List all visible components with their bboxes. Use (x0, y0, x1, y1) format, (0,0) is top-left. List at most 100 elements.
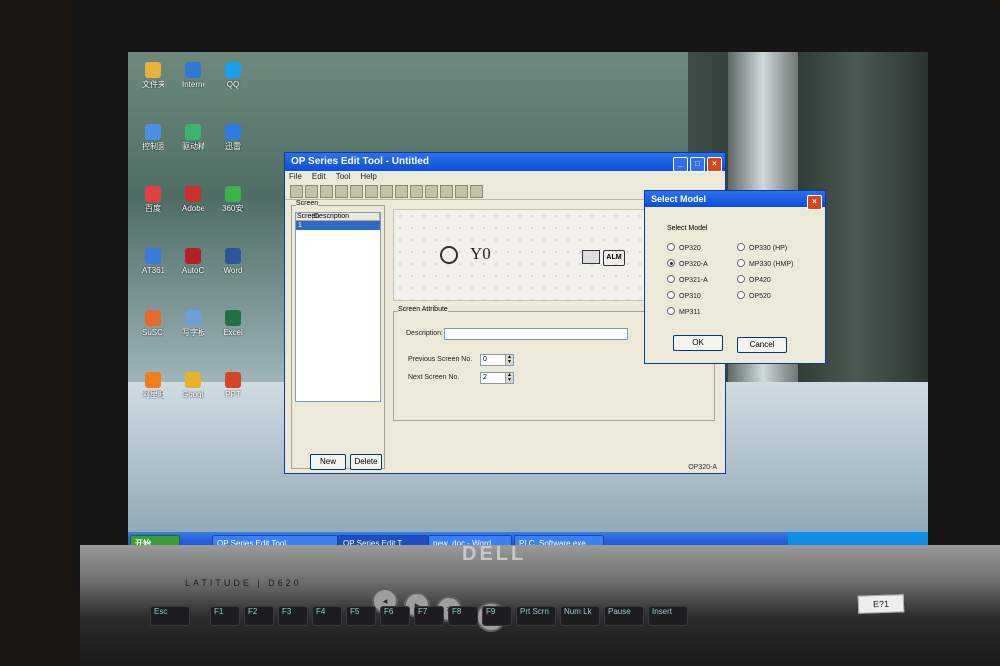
paste-icon[interactable] (365, 185, 378, 198)
desktop-icon[interactable]: 文件夹 (142, 62, 164, 89)
save-icon[interactable] (320, 185, 333, 198)
screen-list[interactable]: Screen Description 1 (295, 212, 381, 402)
spinner-arrows-icon[interactable]: ▲ ▼ (505, 355, 513, 365)
desktop-icon-label: AutoCAD (182, 266, 204, 275)
desktop-icon[interactable]: 百度 (142, 186, 164, 213)
keyboard-key[interactable]: F6 (380, 606, 410, 626)
model-radio-option[interactable]: OP321-A (667, 275, 708, 284)
keyboard-key[interactable]: Esc (150, 606, 190, 626)
coil-indicator-icon[interactable] (440, 246, 458, 264)
menu-help[interactable]: Help (360, 172, 376, 181)
app-icon (225, 62, 241, 78)
spinner-arrows-icon[interactable]: ▲ ▼ (505, 373, 513, 383)
keyboard-key[interactable]: F3 (278, 606, 308, 626)
desktop-icon[interactable]: Excel (222, 310, 244, 337)
model-radio-option[interactable]: OP320 (667, 243, 701, 252)
hand-pointer-icon[interactable] (582, 250, 600, 264)
new-file-icon[interactable] (290, 185, 303, 198)
cancel-button[interactable]: Cancel (737, 337, 787, 353)
description-label: Description: (406, 330, 443, 337)
radio-unchecked-icon (737, 243, 745, 251)
desktop-icon[interactable]: Internet Explorer (182, 62, 204, 89)
col-description[interactable]: Description (313, 213, 380, 220)
desktop-icon[interactable]: Google Chrome (182, 372, 204, 399)
keyboard-key[interactable]: F7 (414, 606, 444, 626)
keyboard-key[interactable]: Prt Scrn (516, 606, 556, 626)
minimize-button[interactable]: _ (673, 157, 688, 172)
alarm-button[interactable]: ALM (603, 250, 625, 266)
keyboard-key[interactable]: F1 (210, 606, 240, 626)
close-button[interactable]: × (707, 157, 722, 172)
rectangle-icon[interactable] (380, 185, 393, 198)
screen-list-row[interactable]: 1 (296, 221, 380, 230)
desktop-icon[interactable]: QQ (222, 62, 244, 89)
image-icon[interactable] (410, 185, 423, 198)
menu-edit[interactable]: Edit (312, 172, 326, 181)
coil-label[interactable]: Y0 (470, 244, 491, 264)
desktop-icon-label: SuSCSN (142, 328, 164, 337)
keyboard-key[interactable]: Num Lk (560, 606, 600, 626)
desktop-icon[interactable]: 360安全 (222, 186, 244, 213)
model-radio-option[interactable]: OP520 (737, 291, 771, 300)
model-radio-option[interactable]: MP311 (667, 307, 701, 316)
model-label: LATITUDE | D620 (185, 578, 302, 588)
desktop-icon[interactable]: 驱动精灵 (182, 124, 204, 151)
model-option-label: OP420 (749, 277, 771, 284)
keyboard-key[interactable]: Insert (648, 606, 688, 626)
keyboard-key[interactable]: F8 (448, 606, 478, 626)
delete-icon[interactable] (425, 185, 438, 198)
window-title: OP Series Edit Tool - Untitled (291, 156, 429, 167)
desktop-icon[interactable]: SuSCSN (142, 310, 164, 337)
col-screen[interactable]: Screen (296, 213, 319, 220)
screen-group: Screen Screen Description 1 New Delete (291, 200, 385, 470)
app-icon (185, 372, 201, 388)
desktop-icon[interactable]: AutoCAD (182, 248, 204, 275)
model-radio-option[interactable]: OP320-A (667, 259, 708, 268)
app-icon (225, 310, 241, 326)
app-icon (145, 248, 161, 264)
radio-unchecked-icon (667, 307, 675, 315)
model-option-label: OP321-A (679, 277, 708, 284)
keyboard-key[interactable]: F2 (244, 606, 274, 626)
copy-icon[interactable] (350, 185, 363, 198)
desktop-icon[interactable]: 写字板 (182, 310, 204, 337)
desktop-icon[interactable]: PPT (222, 372, 244, 399)
desktop-icon[interactable]: 阿里旺旺 (142, 372, 164, 399)
desktop-icon-label: Word (223, 266, 243, 275)
dialog-close-button[interactable]: × (807, 195, 822, 210)
bell-icon[interactable] (440, 185, 453, 198)
desktop-icon[interactable]: AT3610 (142, 248, 164, 275)
cut-icon[interactable] (335, 185, 348, 198)
model-radio-option[interactable]: MP330 (HMP) (737, 259, 793, 268)
description-input[interactable] (444, 328, 628, 340)
keyboard-key[interactable]: F5 (346, 606, 376, 626)
previous-screen-input[interactable]: 0 ▲ ▼ (480, 354, 514, 366)
dialog-titlebar: Select Model × (645, 191, 825, 210)
desktop-icon-label: PPT (225, 390, 241, 399)
desktop-icon[interactable]: 控制面板 (142, 124, 164, 151)
model-radio-option[interactable]: OP310 (667, 291, 701, 300)
open-folder-icon[interactable] (305, 185, 318, 198)
keyboard-key[interactable]: F4 (312, 606, 342, 626)
next-screen-input[interactable]: 2 ▲ ▼ (480, 372, 514, 384)
menu-file[interactable]: File (289, 172, 302, 181)
ok-button[interactable]: OK (673, 335, 723, 351)
desktop-icon[interactable]: Word (222, 248, 244, 275)
menu-tool[interactable]: Tool (336, 172, 351, 181)
asset-sticker: E?1 (857, 594, 905, 614)
keyboard-key[interactable]: Pause (604, 606, 644, 626)
screen-group-title: Screen (296, 200, 319, 207)
desktop-icon[interactable]: 迅雷 (222, 124, 244, 151)
home-icon[interactable] (455, 185, 468, 198)
desktop-icon[interactable]: Adobe Reader 11 (182, 186, 204, 213)
model-option-label: MP311 (679, 309, 701, 316)
text-icon[interactable] (395, 185, 408, 198)
app-icon (185, 248, 201, 264)
model-radio-option[interactable]: OP330 (HP) (737, 243, 787, 252)
desktop-screen: 文件夹控制面板百度 AT3610 SuSCSN 阿里旺旺 Internet Explor… (128, 52, 928, 572)
keyboard-key[interactable]: F9 (482, 606, 512, 626)
radio-unchecked-icon (737, 291, 745, 299)
maximize-button[interactable]: □ (690, 157, 705, 172)
model-radio-option[interactable]: OP420 (737, 275, 771, 284)
download-icon[interactable] (470, 185, 483, 198)
